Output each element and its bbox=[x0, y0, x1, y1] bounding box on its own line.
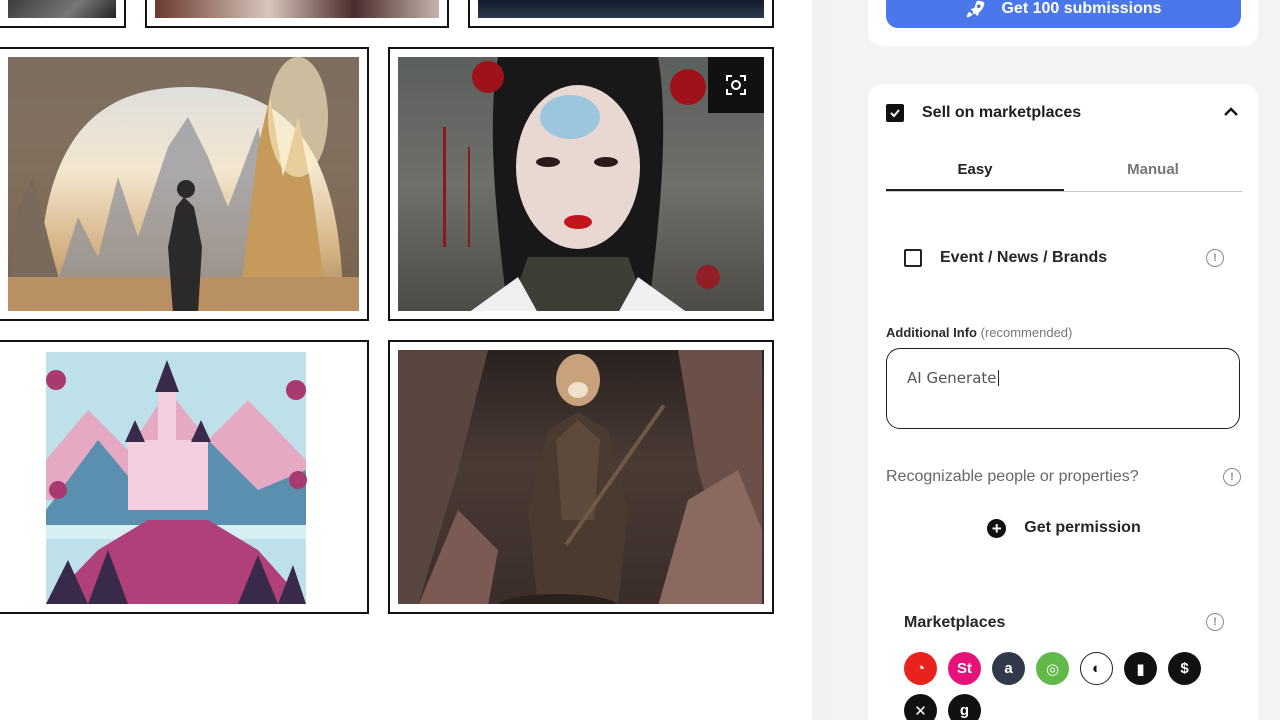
info-icon[interactable]: ! bbox=[1206, 613, 1224, 631]
alamy-icon[interactable]: a bbox=[992, 652, 1025, 685]
shutterstock-icon[interactable]: ◔ bbox=[904, 652, 937, 685]
image-gallery bbox=[0, 0, 812, 720]
get-permission-label: Get permission bbox=[1024, 519, 1141, 536]
gallery-card[interactable] bbox=[388, 47, 774, 321]
marketplaces-box: Marketplaces ! ◔ St a ◎ ◐ ▮ $ ✕ g bbox=[886, 594, 1242, 720]
scan-face-icon bbox=[726, 75, 746, 95]
marketplace-icons: ◔ St a ◎ ◐ ▮ $ ✕ g bbox=[904, 652, 1224, 720]
adobe-stock-icon[interactable]: St bbox=[948, 652, 981, 685]
istock-icon[interactable]: ▮ bbox=[1124, 652, 1157, 685]
gallery-card[interactable] bbox=[0, 47, 369, 321]
get-permission-button[interactable]: + Get permission bbox=[886, 500, 1242, 556]
gallery-image bbox=[8, 0, 116, 18]
recognizable-question: Recognizable people or properties? bbox=[886, 468, 1139, 485]
sell-checkbox[interactable] bbox=[886, 104, 904, 122]
123rf-icon[interactable]: ✕ bbox=[904, 694, 937, 720]
submission-panel: Get 100 submissions Sell on marketplaces… bbox=[830, 0, 1280, 720]
get-submissions-label: Get 100 submissions bbox=[1001, 0, 1162, 17]
gallery-card[interactable] bbox=[468, 0, 774, 28]
gallery-image bbox=[155, 0, 439, 18]
vecteezy-icon[interactable]: ◐ bbox=[1080, 652, 1113, 685]
panel-divider bbox=[812, 0, 830, 720]
tab-manual[interactable]: Manual bbox=[1064, 156, 1242, 191]
gallery-image bbox=[398, 350, 764, 604]
rocket-icon bbox=[967, 0, 985, 18]
tab-easy[interactable]: Easy bbox=[886, 156, 1064, 191]
checkmark-icon bbox=[890, 109, 900, 118]
additional-info-title: Additional Info bbox=[886, 325, 977, 340]
gallery-image bbox=[478, 0, 764, 18]
gallery-card[interactable] bbox=[145, 0, 449, 28]
pond5-icon[interactable]: $ bbox=[1168, 652, 1201, 685]
marketplaces-title: Marketplaces bbox=[904, 614, 1006, 631]
visual-search-button[interactable] bbox=[708, 57, 764, 113]
gallery-card[interactable] bbox=[0, 340, 369, 614]
chevron-up-icon[interactable] bbox=[1222, 103, 1240, 121]
get-submissions-button[interactable]: Get 100 submissions bbox=[886, 0, 1241, 28]
additional-info-label: Additional Info (recommended) bbox=[886, 325, 1072, 340]
getty-icon[interactable]: g bbox=[948, 694, 981, 720]
event-news-brands-row[interactable]: Event / News / Brands ! bbox=[886, 230, 1242, 286]
gallery-card[interactable] bbox=[388, 340, 774, 614]
gallery-image bbox=[8, 350, 359, 604]
additional-info-value: AI Generate bbox=[907, 369, 997, 387]
gallery-card[interactable] bbox=[0, 0, 126, 28]
info-icon[interactable]: ! bbox=[1206, 249, 1224, 267]
dreamstime-icon[interactable]: ◎ bbox=[1036, 652, 1069, 685]
text-caret bbox=[997, 370, 999, 386]
event-checkbox[interactable] bbox=[904, 249, 922, 267]
info-icon[interactable]: ! bbox=[1223, 468, 1241, 486]
plus-circle-icon: + bbox=[987, 518, 1007, 538]
additional-info-hint: (recommended) bbox=[980, 325, 1073, 340]
additional-info-input[interactable]: AI Generate bbox=[886, 348, 1240, 429]
gallery-image bbox=[8, 57, 359, 311]
mode-tabs: Easy Manual bbox=[886, 156, 1242, 192]
sell-on-marketplaces-row[interactable]: Sell on marketplaces bbox=[886, 100, 1242, 126]
event-label: Event / News / Brands bbox=[940, 249, 1108, 266]
sell-label: Sell on marketplaces bbox=[922, 104, 1082, 121]
